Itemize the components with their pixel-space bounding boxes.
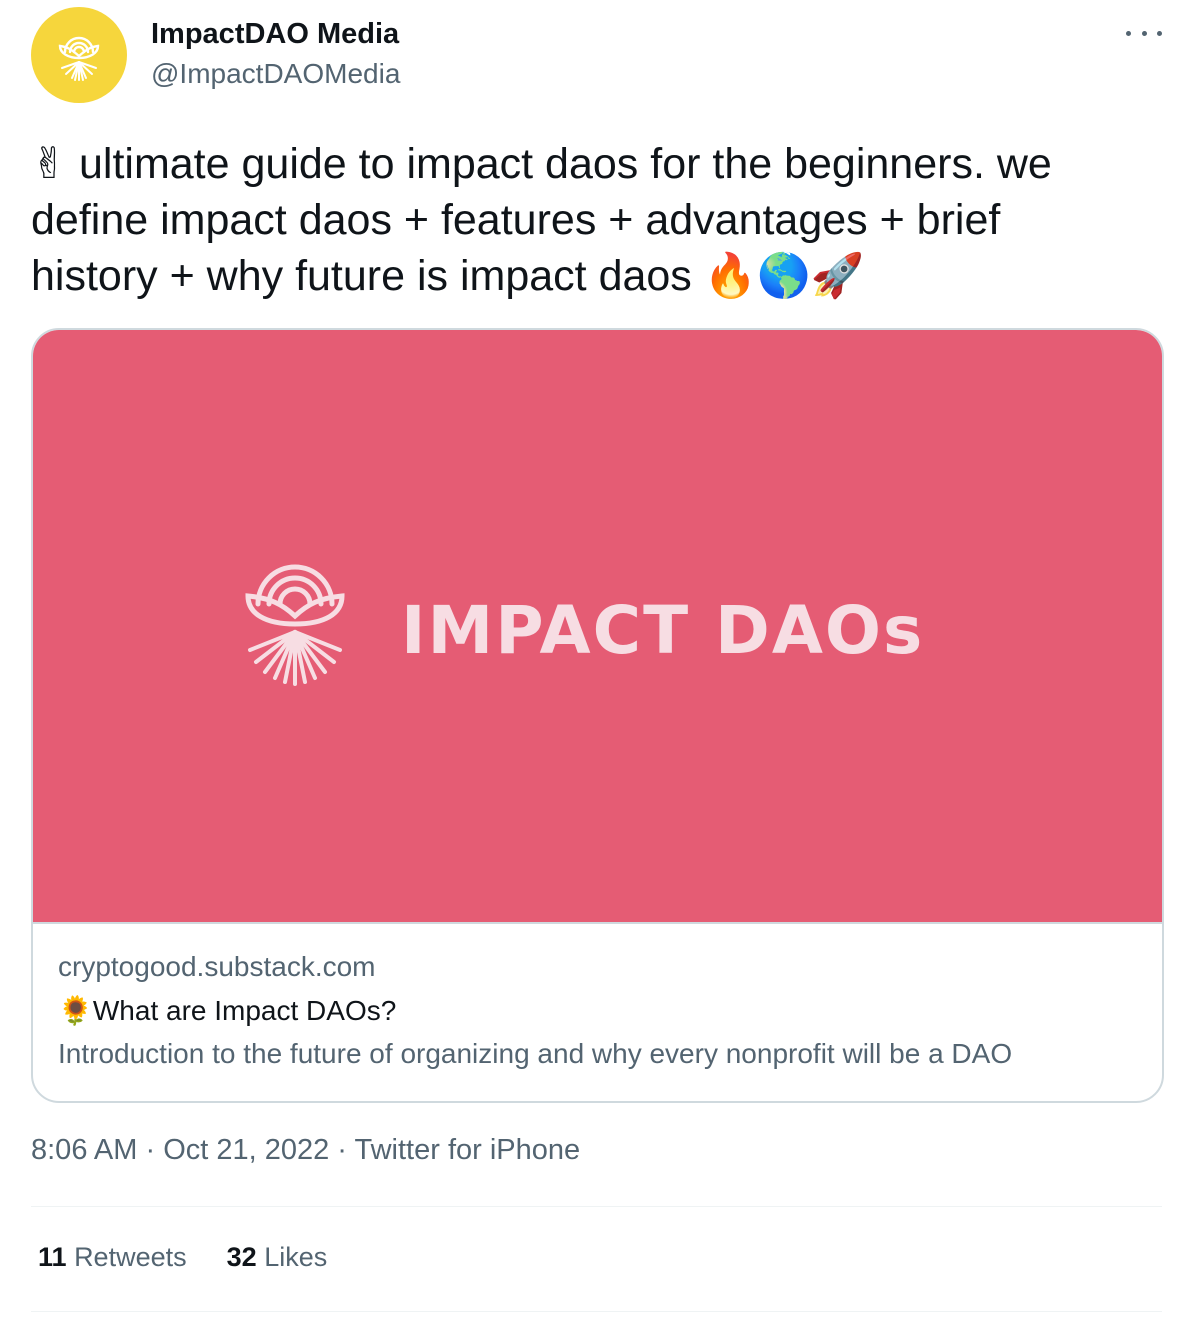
card-wordmark: IMPACT DAOs — [401, 592, 925, 669]
impactdao-logo-icon — [58, 36, 100, 81]
author-handle[interactable]: @ImpactDAOMedia — [151, 58, 400, 90]
avatar[interactable] — [31, 7, 127, 103]
fire-emoji: 🔥 — [703, 251, 758, 301]
rocket-emoji: 🚀 — [810, 251, 865, 301]
likes-count: 32 — [226, 1242, 257, 1272]
tweet-text: ✌ ultimate guide to impact daos for the … — [31, 136, 1166, 304]
likes-label: Likes — [264, 1242, 328, 1272]
divider — [31, 1311, 1162, 1312]
globe-emoji: 🌎 — [757, 251, 811, 301]
meta-separator: · — [329, 1134, 355, 1166]
tweet-source-link[interactable]: Twitter for iPhone — [355, 1134, 581, 1166]
retweets-stat[interactable]: 11 Retweets — [38, 1242, 187, 1273]
tweet-date: Oct 21, 2022 — [163, 1134, 330, 1166]
tweet-meta: 8:06 AM · Oct 21, 2022 · Twitter for iPh… — [31, 1134, 580, 1167]
tweet: ImpactDAO Media @ImpactDAOMedia ✌ ultima… — [0, 0, 1190, 1326]
divider — [31, 1206, 1162, 1207]
card-title: 🌻What are Impact DAOs? — [58, 994, 396, 1027]
author-name[interactable]: ImpactDAO Media — [151, 18, 399, 51]
retweets-label: Retweets — [74, 1242, 187, 1272]
more-horizontal-icon — [1126, 30, 1131, 36]
more-options-button[interactable] — [1126, 18, 1162, 48]
tweet-text-line-3: history + why future is impact daos — [31, 252, 692, 300]
card-title-text: What are Impact DAOs? — [92, 995, 397, 1026]
link-card[interactable]: IMPACT DAOs cryptogood.substack.com 🌻Wha… — [31, 328, 1164, 1103]
link-card-image: IMPACT DAOs — [33, 330, 1162, 922]
tweet-time-link[interactable]: 8:06 AM · Oct 21, 2022 — [31, 1134, 329, 1166]
tweet-stats: 11 Retweets 32 Likes — [38, 1242, 327, 1273]
card-description: Introduction to the future of organizing… — [58, 1038, 1013, 1069]
card-domain: cryptogood.substack.com — [58, 951, 376, 982]
tweet-text-line-1: ultimate guide to impact daos for the be… — [78, 140, 1052, 188]
impact-daos-logo-icon — [245, 564, 345, 686]
victory-hand-emoji: ✌ — [31, 139, 68, 189]
sunflower-emoji: 🌻 — [58, 994, 93, 1027]
tweet-text-line-2: define impact daos + features + advantag… — [31, 196, 1001, 244]
likes-stat[interactable]: 32 Likes — [227, 1242, 328, 1273]
tweet-time: 8:06 AM — [31, 1134, 138, 1166]
retweets-count: 11 — [38, 1242, 67, 1272]
card-divider — [33, 922, 1162, 924]
meta-separator: · — [137, 1134, 164, 1166]
